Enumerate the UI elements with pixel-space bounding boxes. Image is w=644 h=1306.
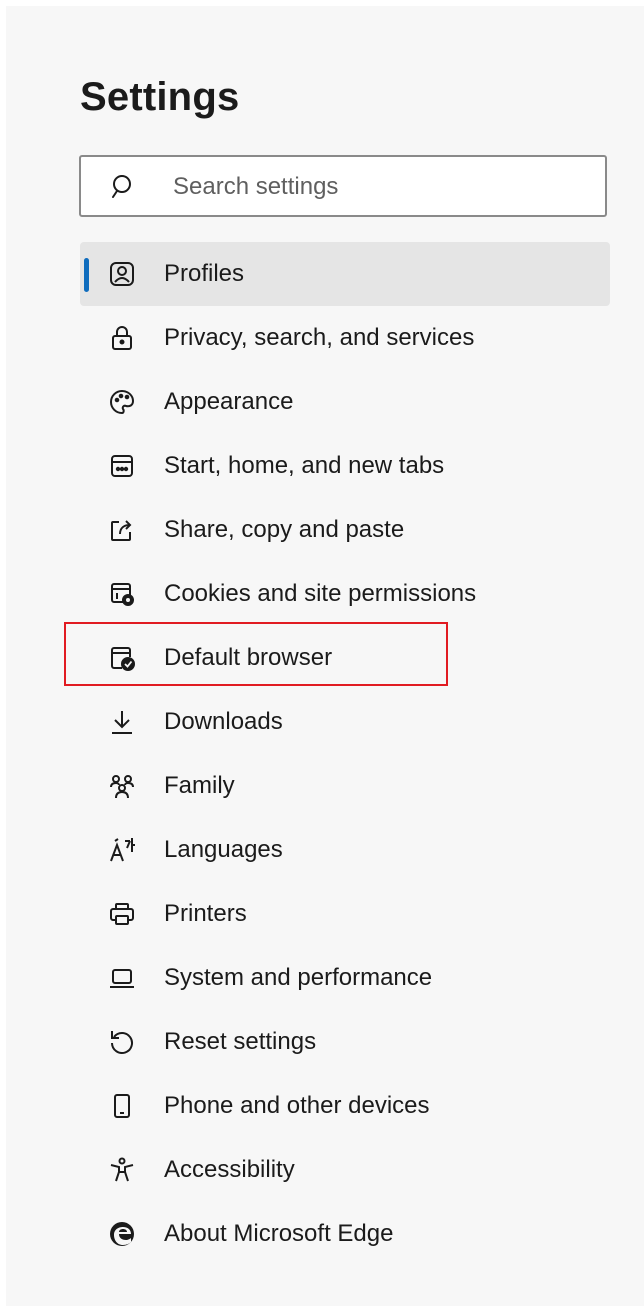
nav-item-label: Family [164,772,235,799]
nav-item-downloads[interactable]: Downloads [80,690,610,754]
family-icon [108,772,136,800]
selected-indicator [84,258,89,292]
palette-icon [108,388,136,416]
new-tab-icon [108,452,136,480]
nav-item-cookies-permissions[interactable]: Cookies and site permissions [80,562,610,626]
nav-item-accessibility[interactable]: Accessibility [80,1138,610,1202]
nav-item-reset-settings[interactable]: Reset settings [80,1010,610,1074]
nav-item-label: Languages [164,836,283,863]
nav-item-label: Share, copy and paste [164,516,405,543]
laptop-icon [108,964,136,992]
search-input[interactable] [171,169,595,205]
download-icon [108,708,136,736]
accessibility-icon [108,1156,136,1184]
nav-item-family[interactable]: Family [80,754,610,818]
cookies-permissions-icon [108,580,136,608]
phone-icon [108,1092,136,1120]
nav-item-default-browser[interactable]: Default browser [80,626,610,690]
settings-sidebar: Settings Profiles [6,6,644,1306]
nav-item-label: Downloads [164,708,283,735]
nav-item-label: System and performance [164,964,433,991]
nav-item-label: Privacy, search, and services [164,324,475,351]
settings-nav: Profiles Privacy, search, and services A… [80,242,610,1266]
nav-item-label: About Microsoft Edge [164,1220,394,1247]
share-icon [108,516,136,544]
nav-item-share-copy-paste[interactable]: Share, copy and paste [80,498,610,562]
nav-item-label: Cookies and site permissions [164,580,477,607]
nav-item-phone-devices[interactable]: Phone and other devices [80,1074,610,1138]
nav-item-label: Printers [164,900,247,927]
edge-logo-icon [108,1220,136,1248]
default-browser-icon [108,644,136,672]
nav-item-label: Reset settings [164,1028,317,1055]
page-title: Settings [80,75,240,119]
nav-item-appearance[interactable]: Appearance [80,370,610,434]
nav-item-privacy[interactable]: Privacy, search, and services [80,306,610,370]
nav-item-profiles[interactable]: Profiles [80,242,610,306]
profile-icon [108,260,136,288]
printer-icon [108,900,136,928]
nav-item-label: Accessibility [164,1156,295,1183]
search-icon [111,173,137,199]
nav-item-label: Profiles [164,260,245,287]
nav-item-about-edge[interactable]: About Microsoft Edge [80,1202,610,1266]
nav-item-label: Appearance [164,388,294,415]
lock-icon [108,324,136,352]
nav-item-system-performance[interactable]: System and performance [80,946,610,1010]
nav-item-label: Default browser [164,644,333,671]
nav-item-printers[interactable]: Printers [80,882,610,946]
nav-item-label: Phone and other devices [164,1092,430,1119]
search-box[interactable] [79,155,607,217]
nav-item-label: Start, home, and new tabs [164,452,445,479]
nav-item-start-home-tabs[interactable]: Start, home, and new tabs [80,434,610,498]
reset-icon [108,1028,136,1056]
nav-item-languages[interactable]: Languages [80,818,610,882]
languages-icon [108,836,136,864]
